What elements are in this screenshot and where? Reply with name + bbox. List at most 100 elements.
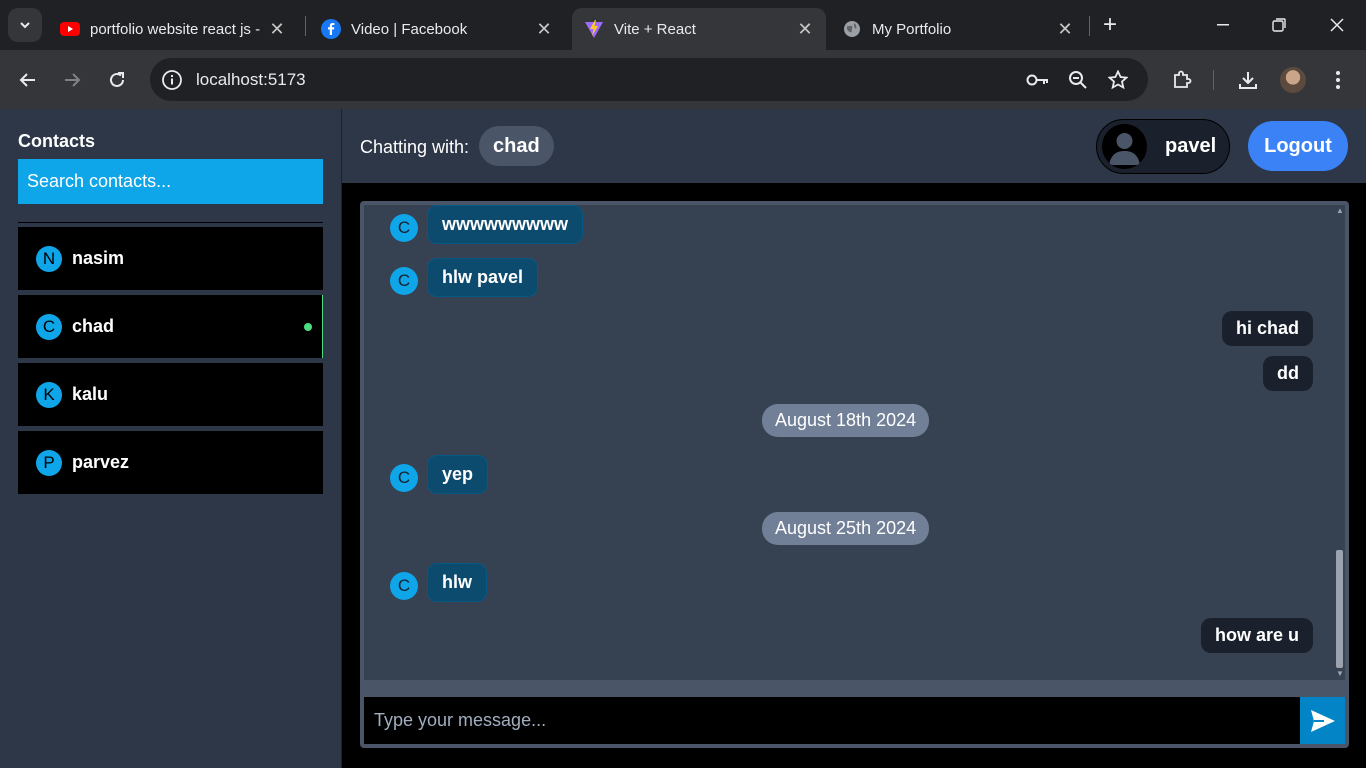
send-button[interactable]: [1300, 697, 1345, 744]
contact-avatar: C: [36, 313, 62, 340]
close-window-button[interactable]: [1308, 0, 1366, 50]
incoming-message: C yep: [390, 455, 489, 494]
facebook-icon: [321, 19, 341, 39]
contacts-heading: Contacts: [18, 131, 96, 151]
chat-main: Chatting with: chad pavel Logout C wwwww…: [342, 109, 1366, 768]
incoming-message: C wwwwwwwww: [390, 205, 584, 244]
tab-title: Video | Facebook: [351, 20, 468, 38]
message-bubble: wwwwwwwww: [427, 205, 584, 244]
downloads-button[interactable]: [1233, 65, 1263, 95]
tab-title: portfolio website react js -: [90, 20, 261, 38]
chatting-with-label: Chatting with:: [360, 137, 470, 157]
outgoing-message: hi chad: [1221, 311, 1313, 346]
current-user-name: pavel: [1165, 135, 1217, 157]
more-vertical-icon: [1336, 71, 1340, 89]
url-text: localhost:5173: [196, 70, 306, 89]
scrollbar-thumb[interactable]: [1336, 550, 1343, 668]
contacts-sidebar: Contacts N nasim C chad K kalu P parvez: [0, 109, 342, 768]
sender-avatar: C: [390, 213, 418, 242]
incoming-message: C hlw: [390, 563, 487, 602]
minimize-button[interactable]: [1194, 0, 1252, 50]
browser-tab-facebook[interactable]: Video | Facebook ✕: [309, 8, 565, 50]
contact-name: nasim: [72, 248, 125, 268]
arrow-left-icon: [19, 73, 35, 87]
close-icon: [1330, 18, 1344, 32]
contact-avatar: K: [36, 381, 62, 408]
sidebar-divider: [18, 222, 323, 223]
outgoing-message: how are u: [1200, 618, 1313, 653]
contact-name: kalu: [72, 384, 109, 404]
reload-button[interactable]: [102, 65, 132, 95]
message-scrollbar[interactable]: ▲ ▼: [1334, 205, 1345, 680]
vite-icon: [584, 19, 604, 39]
youtube-icon: [60, 19, 80, 39]
back-button[interactable]: [13, 65, 43, 95]
restore-icon: [1272, 18, 1286, 32]
tab-divider: [305, 16, 306, 36]
outgoing-message: dd: [1263, 356, 1313, 391]
globe-icon: [842, 19, 862, 39]
send-icon: [1310, 709, 1335, 732]
close-tab-icon[interactable]: ✕: [535, 19, 553, 39]
contact-item-kalu[interactable]: K kalu: [18, 363, 323, 426]
sender-avatar: C: [390, 463, 418, 492]
message-list[interactable]: C wwwwwwwww C hlw pavel hi chad dd Augus…: [364, 205, 1345, 680]
profile-avatar[interactable]: [1280, 67, 1306, 93]
minimize-icon: [1217, 24, 1229, 26]
toolbar-divider: [1213, 70, 1214, 90]
download-icon: [1239, 72, 1257, 89]
password-key-icon[interactable]: [1023, 65, 1053, 95]
incoming-message: C hlw pavel: [390, 258, 539, 297]
browser-tabstrip: portfolio website react js - ✕ Video | F…: [0, 0, 1366, 50]
browser-tab-youtube[interactable]: portfolio website react js - ✕: [48, 8, 298, 50]
sender-avatar: C: [390, 266, 418, 295]
browser-menu-button[interactable]: [1323, 65, 1353, 95]
contact-item-parvez[interactable]: P parvez: [18, 431, 323, 494]
scroll-down-icon[interactable]: ▼: [1336, 670, 1344, 678]
sender-avatar: C: [390, 571, 418, 600]
scroll-up-icon[interactable]: ▲: [1336, 207, 1344, 215]
logout-button[interactable]: Logout: [1248, 121, 1348, 171]
contact-avatar: P: [36, 449, 62, 476]
online-status-dot: [304, 323, 312, 331]
contact-name: chad: [72, 316, 115, 336]
chat-header: Chatting with: chad pavel Logout: [342, 109, 1366, 183]
message-bubble: hlw pavel: [427, 258, 539, 297]
zoom-icon[interactable]: [1063, 65, 1093, 95]
contact-item-nasim[interactable]: N nasim: [18, 227, 323, 290]
extensions-button[interactable]: [1167, 65, 1197, 95]
tab-title: Vite + React: [614, 20, 696, 38]
chevron-down-icon: [20, 22, 30, 29]
contact-name: parvez: [72, 452, 130, 472]
site-info-icon[interactable]: [161, 69, 183, 91]
close-tab-icon[interactable]: ✕: [268, 19, 286, 39]
contact-item-chad[interactable]: C chad: [18, 295, 323, 358]
search-contacts-input[interactable]: [18, 159, 323, 204]
arrow-right-icon: [65, 73, 81, 87]
browser-toolbar: localhost:5173: [0, 50, 1366, 109]
current-user-pill[interactable]: pavel: [1096, 119, 1230, 174]
tab-search-button[interactable]: [8, 8, 42, 42]
close-tab-icon[interactable]: ✕: [796, 19, 814, 39]
puzzle-icon: [1174, 70, 1192, 88]
restore-button[interactable]: [1250, 0, 1308, 50]
chat-panel: C wwwwwwwww C hlw pavel hi chad dd Augus…: [360, 201, 1349, 748]
browser-tab-portfolio[interactable]: My Portfolio ✕: [830, 8, 1086, 50]
message-bubble: hlw: [427, 563, 487, 602]
browser-tab-vite[interactable]: Vite + React ✕: [572, 8, 826, 50]
chat-app: Contacts N nasim C chad K kalu P parvez: [0, 109, 1366, 768]
date-separator: August 25th 2024: [762, 512, 930, 545]
address-bar[interactable]: localhost:5173: [150, 58, 1148, 101]
forward-button[interactable]: [57, 65, 87, 95]
close-tab-icon[interactable]: ✕: [1056, 19, 1074, 39]
new-tab-button[interactable]: +: [1096, 11, 1124, 39]
chat-partner-chip: chad: [479, 126, 554, 166]
tab-divider: [1089, 16, 1090, 36]
bookmark-star-icon[interactable]: [1103, 65, 1133, 95]
tab-title: My Portfolio: [872, 20, 952, 38]
user-avatar-icon: [1102, 124, 1147, 169]
message-bubble: yep: [427, 455, 489, 494]
contact-avatar: N: [36, 245, 62, 272]
message-input[interactable]: [364, 697, 1300, 744]
reload-icon: [110, 72, 124, 87]
